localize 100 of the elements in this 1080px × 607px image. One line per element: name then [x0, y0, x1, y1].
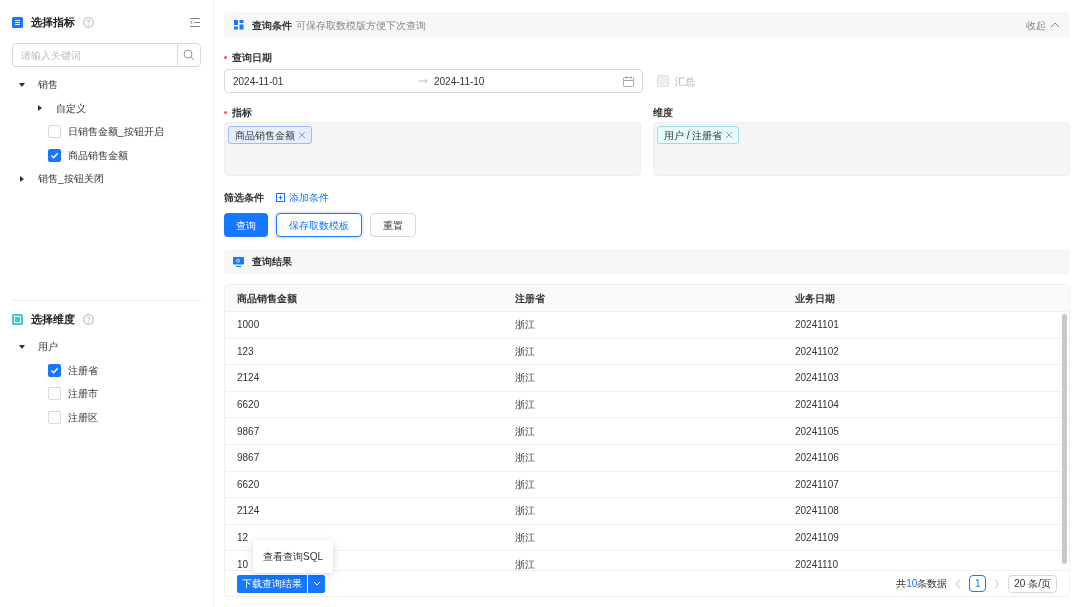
tree-node-label[interactable]: 销售_按钮关闭 — [38, 171, 104, 187]
field-label: 指标 — [232, 105, 252, 120]
checkbox[interactable] — [48, 410, 61, 424]
table-cell-text: 浙江 — [515, 531, 535, 546]
tree-node-label[interactable]: 注册市 — [68, 386, 98, 402]
table-cell-text: 浙江 — [515, 451, 535, 466]
action-button[interactable]: 重置 — [370, 213, 416, 237]
table-cell-text: 浙江 — [515, 477, 535, 492]
table-cell-text: 浙江 — [515, 398, 535, 413]
table-cell-text: 20241108 — [795, 504, 839, 519]
table-cell-text: 12 — [237, 531, 249, 546]
collapse-icon[interactable] — [189, 16, 201, 28]
table-cell-text: 6620 — [237, 477, 260, 492]
monitor-icon — [233, 256, 244, 267]
page-button[interactable]: 1 — [969, 575, 987, 592]
table-cell-text: 浙江 — [515, 504, 535, 519]
tag: 用户 / 注册省 — [657, 126, 740, 144]
table-cell-text: 9867 — [237, 451, 260, 466]
table-cell-text: 浙江 — [515, 557, 535, 570]
caret-icon[interactable] — [18, 174, 26, 183]
tag-select-field[interactable]: 用户 / 注册省 — [653, 122, 1070, 176]
tree-node-label[interactable]: 销售 — [38, 77, 58, 93]
close-icon[interactable] — [299, 132, 305, 138]
grid-icon — [12, 313, 23, 325]
dashboard-icon — [234, 20, 244, 30]
calendar-icon — [623, 75, 634, 87]
required-dot-icon — [224, 110, 227, 114]
column-header: 注册省 — [515, 291, 545, 306]
field-label: 筛选条件 — [224, 190, 264, 205]
tree-node-label[interactable]: 日销售金额_按钮开启 — [68, 124, 164, 140]
checkbox[interactable] — [48, 387, 61, 401]
action-button[interactable]: 保存取数模板 — [276, 213, 362, 237]
tree-node-label[interactable]: 商品销售金额 — [68, 147, 128, 163]
plus-square-icon — [276, 192, 285, 202]
panel-title: 选择维度 — [31, 311, 75, 327]
dropdown-button[interactable] — [308, 574, 325, 593]
table-cell-text: 9867 — [237, 424, 260, 439]
checkbox[interactable] — [48, 148, 61, 162]
table-cell-text: 20241103 — [795, 371, 839, 386]
tree-node-label[interactable]: 自定义 — [56, 100, 86, 116]
add-condition-link[interactable]: 添加条件 — [276, 189, 329, 205]
table-cell-text: 20241102 — [795, 344, 839, 359]
table-cell-text: 2124 — [237, 504, 260, 519]
table-cell-text: 浙江 — [515, 344, 535, 359]
table-cell-text: 10 — [237, 557, 249, 570]
caret-icon[interactable] — [36, 104, 44, 113]
table-cell-text: 浙江 — [515, 371, 535, 386]
table-cell-text: 123 — [237, 344, 254, 359]
check-icon — [50, 150, 59, 160]
action-button[interactable]: 查询 — [224, 213, 268, 237]
column-header: 商品销售金额 — [237, 291, 297, 306]
section-title: 查询结果 — [252, 255, 292, 269]
arrow-right-icon — [419, 78, 428, 84]
table-cell-text: 浙江 — [515, 318, 535, 333]
search-field[interactable]: 请输入关键词 — [12, 43, 201, 67]
chevron-down-icon — [312, 581, 321, 586]
table-cell-text: 20241105 — [795, 424, 839, 439]
table-cell-text: 20241107 — [795, 477, 839, 492]
required-dot-icon — [224, 55, 227, 59]
close-icon[interactable] — [726, 132, 733, 138]
help-icon — [83, 16, 94, 28]
chevron-right-icon[interactable] — [994, 578, 1001, 589]
check-icon — [50, 365, 59, 375]
collapse-button[interactable]: 收起 — [1026, 17, 1060, 33]
table-cell-text: 2124 — [237, 371, 260, 386]
search-icon — [183, 49, 195, 61]
tree-node-label[interactable]: 注册区 — [68, 409, 98, 425]
checkbox[interactable] — [657, 75, 669, 87]
table-cell-text: 6620 — [237, 398, 260, 413]
table-cell-text: 浙江 — [515, 424, 535, 439]
column-header: 业务日期 — [795, 291, 835, 306]
panel-title: 选择指标 — [31, 14, 75, 30]
table-cell-text: 20241101 — [795, 318, 839, 333]
tag: 商品销售金额 — [228, 126, 312, 144]
table-cell-text: 20241104 — [795, 398, 839, 413]
tree-node-label[interactable]: 用户 — [38, 339, 58, 355]
table-cell-text: 20241106 — [795, 451, 839, 466]
scrollbar[interactable] — [1062, 314, 1067, 564]
field-label: 查询日期 — [232, 50, 272, 65]
chevron-up-icon — [1050, 22, 1060, 28]
field-label: 维度 — [653, 105, 673, 120]
help-icon — [83, 313, 94, 325]
section-hint: 可保存取数模版方便下次查询 — [296, 18, 426, 33]
dropdown-menu-item[interactable]: 查看查询SQL — [253, 540, 333, 573]
tree-node-label[interactable]: 注册省 — [68, 362, 98, 378]
total-count: 共10条数据 — [896, 577, 948, 591]
search-input[interactable]: 请输入关键词 — [13, 44, 177, 66]
section-title: 查询条件 — [252, 18, 292, 33]
list-icon — [12, 16, 23, 28]
page-size-select[interactable]: 20 条/页 — [1008, 574, 1057, 593]
caret-icon[interactable] — [18, 342, 26, 351]
date-range-field[interactable]: 2024-11-01 2024-11-10 — [224, 69, 643, 93]
download-button[interactable]: 下载查询结果 — [237, 574, 307, 593]
checkbox[interactable] — [48, 363, 61, 377]
chevron-left-icon[interactable] — [955, 578, 962, 589]
tag-select-field[interactable]: 商品销售金额 — [224, 122, 641, 176]
caret-icon[interactable] — [18, 80, 26, 89]
checkbox[interactable] — [48, 125, 61, 139]
table-cell-text: 20241110 — [795, 557, 838, 570]
checkbox-label: 汇总 — [675, 74, 695, 89]
